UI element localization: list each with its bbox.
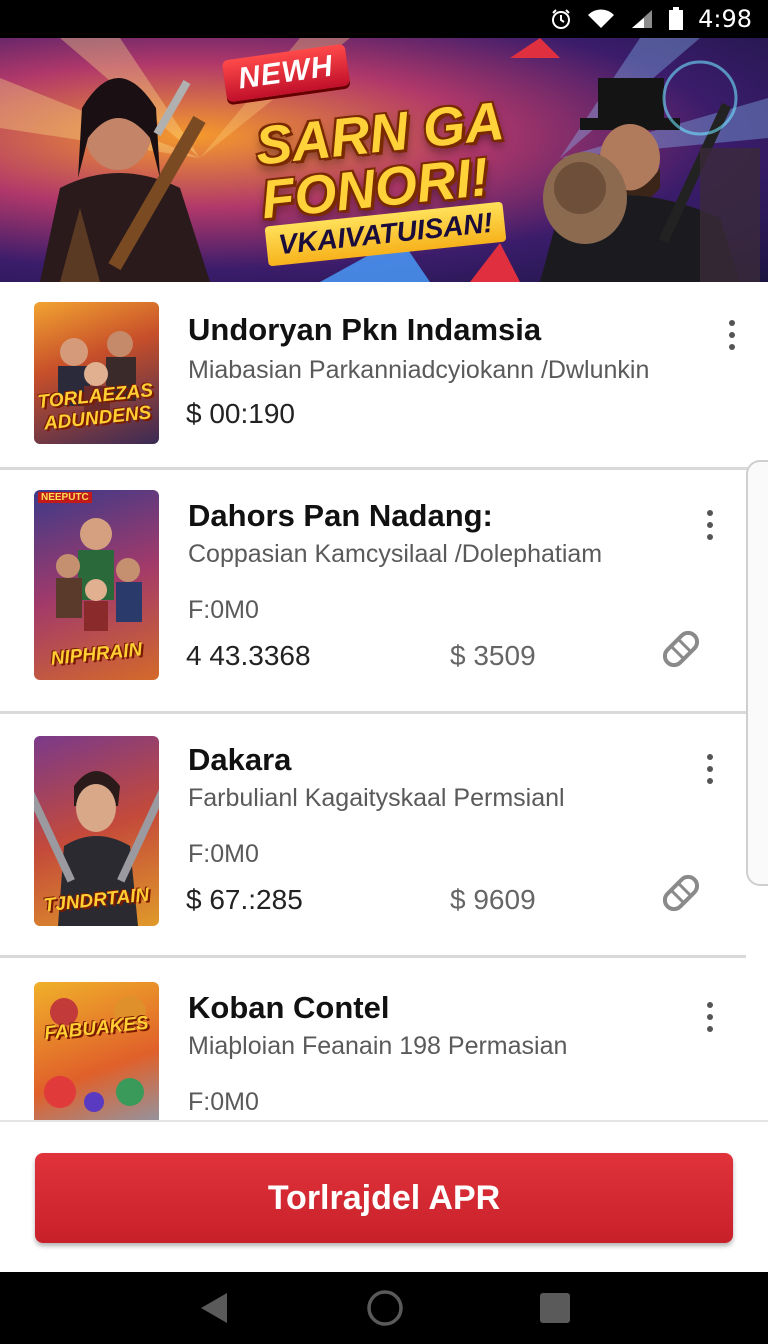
thumbnail-corner-label: NEEPUTC bbox=[38, 492, 92, 503]
recents-icon[interactable] bbox=[539, 1292, 571, 1324]
status-time: 4:98 bbox=[698, 5, 752, 33]
scroll-panel-edge[interactable] bbox=[746, 460, 768, 886]
app-thumbnail[interactable]: NEEPUTC NIPHRAIN bbox=[34, 490, 159, 680]
more-options-icon[interactable] bbox=[698, 510, 722, 540]
promo-banner[interactable]: NEWH SARN GA FONORI! VKAIVATUISAN! bbox=[0, 38, 768, 282]
more-options-icon[interactable] bbox=[698, 1002, 722, 1032]
item-title[interactable]: Dahors Pan Nadang: bbox=[188, 498, 493, 534]
bottom-action-area: Torlrajdel APR bbox=[0, 1120, 768, 1272]
app-thumbnail[interactable]: TORLAEZAS ADUNDENS bbox=[34, 302, 159, 444]
item-subtitle: Coppasian Kamcysilaal /Dolephatiam bbox=[188, 540, 603, 568]
status-bar: 4:98 bbox=[0, 0, 768, 38]
item-title[interactable]: Koban Contel bbox=[188, 990, 390, 1026]
item-value: $ 67.:285 bbox=[186, 884, 303, 915]
attachment-icon[interactable] bbox=[658, 870, 704, 916]
wifi-icon bbox=[588, 9, 615, 28]
item-title[interactable]: Undoryan Pkn Indamsia bbox=[188, 312, 541, 348]
item-value: 4 43.3368 bbox=[186, 640, 311, 671]
item-subtitle: Farbulianl Kagaityskaal Permsianl bbox=[188, 784, 565, 812]
list-item[interactable]: TORLAEZAS ADUNDENS Undoryan Pkn Indamsia… bbox=[0, 282, 768, 470]
list-item[interactable]: FABUAKES Koban Contel Miaþloian Feanain … bbox=[0, 958, 746, 1120]
item-title[interactable]: Dakara bbox=[188, 742, 291, 778]
home-icon[interactable] bbox=[366, 1289, 404, 1327]
item-price: $ 00:190 bbox=[186, 398, 295, 429]
item-price: $ 9609 bbox=[450, 884, 536, 915]
item-meta: F:0M0 bbox=[188, 1088, 259, 1116]
list-item[interactable]: TJNDRTAIN Dakara Farbulianl Kagaityskaal… bbox=[0, 714, 746, 958]
back-icon[interactable] bbox=[197, 1291, 231, 1325]
app-thumbnail[interactable]: FABUAKES bbox=[34, 982, 159, 1120]
item-meta: F:0M0 bbox=[188, 596, 259, 624]
app-thumbnail[interactable]: TJNDRTAIN bbox=[34, 736, 159, 926]
system-nav-bar bbox=[0, 1272, 768, 1344]
app-screen: 4:98 NEWH SARN GA FONORI! VKAIVATUISAN! … bbox=[0, 0, 768, 1344]
battery-icon bbox=[669, 7, 684, 30]
hero-right-art bbox=[540, 60, 760, 282]
item-subtitle: Miabasian Parkanniadcyiokann /Dwlunkin bbox=[188, 356, 650, 384]
list-item[interactable]: NEEPUTC NIPHRAIN Dahors Pan Nadang: Copp… bbox=[0, 470, 746, 714]
alarm-icon bbox=[552, 9, 571, 29]
primary-action-button[interactable]: Torlrajdel APR bbox=[35, 1153, 733, 1243]
more-options-icon[interactable] bbox=[720, 320, 744, 350]
item-meta: F:0M0 bbox=[188, 840, 259, 868]
signal-icon bbox=[632, 10, 653, 28]
item-subtitle: Miaþloian Feanain 198 Permasian bbox=[188, 1032, 568, 1060]
app-list[interactable]: TORLAEZAS ADUNDENS Undoryan Pkn Indamsia… bbox=[0, 282, 768, 1120]
more-options-icon[interactable] bbox=[698, 754, 722, 784]
attachment-icon[interactable] bbox=[658, 626, 704, 672]
thumbnail-art bbox=[44, 996, 146, 1112]
item-price: $ 3509 bbox=[450, 640, 536, 671]
